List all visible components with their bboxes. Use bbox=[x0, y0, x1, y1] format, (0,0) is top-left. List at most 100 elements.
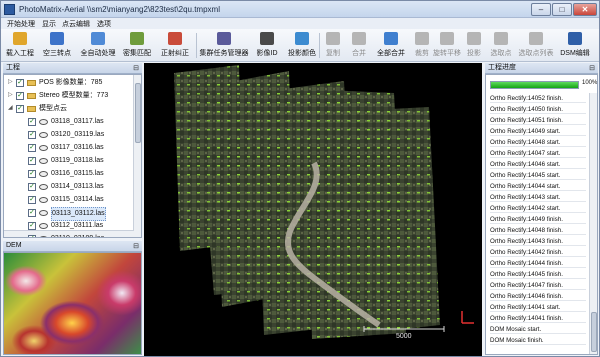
tree-las-item[interactable]: ✓ 03115_03114.las bbox=[4, 194, 132, 206]
tree-las-item[interactable]: ✓ 03119_03118.las bbox=[4, 155, 132, 167]
toolbar-button-label: 复制 bbox=[326, 50, 340, 57]
toolbar-separator bbox=[319, 33, 320, 58]
toolbar-button-auto-process[interactable]: 全自动处理 bbox=[79, 31, 117, 60]
tree-vertical-scrollbar[interactable] bbox=[133, 75, 141, 237]
menu-bar: 开始处理 显示 点云编辑 选项 bbox=[1, 18, 599, 29]
toolbar-button-point-list[interactable]: 选取点列表 bbox=[517, 31, 555, 60]
log-entry: Ortho Rectify:14045 start. bbox=[490, 171, 586, 180]
tree-item-checkbox[interactable]: ✓ bbox=[28, 209, 36, 217]
menu-point-cloud-edit[interactable]: 点云编辑 bbox=[62, 19, 90, 29]
tree-las-item[interactable]: ✓ 03110_03109.las bbox=[4, 233, 132, 237]
pin-icon[interactable]: ⊟ bbox=[133, 64, 139, 74]
toolbar-button-projection-color[interactable]: 投影颜色 bbox=[285, 31, 319, 60]
toolbar-button-project[interactable]: 投影 bbox=[463, 31, 485, 60]
tree-item-checkbox[interactable]: ✓ bbox=[16, 79, 24, 87]
toolbar-button-triangulation[interactable]: 空三转点 bbox=[39, 31, 75, 60]
progress-panel-title: 工程进度 bbox=[488, 64, 516, 71]
toolbar-button-image-id[interactable]: 影像ID bbox=[253, 31, 281, 60]
toolbar-button-dense-match[interactable]: 密集匹配 bbox=[119, 31, 155, 60]
tree-item-checkbox[interactable]: ✓ bbox=[28, 235, 36, 237]
log-entry: Ortho Rectify:14044 finish. bbox=[490, 259, 586, 268]
tree-item-label: 03110_03109.las bbox=[51, 233, 104, 237]
tree-item-checkbox[interactable]: ✓ bbox=[16, 105, 24, 113]
tree-item-label: POS 影像数量：785 bbox=[39, 79, 103, 86]
map-viewport[interactable]: 5000 bbox=[144, 63, 482, 356]
tree-folder-item[interactable]: ▷ ✓ POS 影像数量：785 bbox=[4, 77, 132, 89]
tree-item-checkbox[interactable]: ✓ bbox=[28, 196, 36, 204]
menu-options[interactable]: 选项 bbox=[97, 19, 111, 29]
toolbar-button-merge[interactable]: 合并 bbox=[347, 31, 371, 60]
pin-icon[interactable]: ⊟ bbox=[133, 242, 139, 252]
folder-open-icon bbox=[13, 32, 27, 45]
project-panel-header: 工程 ⊟ bbox=[3, 63, 142, 74]
menu-start-processing[interactable]: 开始处理 bbox=[7, 19, 35, 29]
ortho-mosaic-canvas[interactable]: 5000 bbox=[144, 63, 482, 356]
collapse-arrow-icon[interactable]: ◢ bbox=[8, 105, 13, 111]
toolbar-separator bbox=[196, 33, 197, 58]
close-button[interactable]: ✕ bbox=[573, 3, 597, 16]
log-scroll-thumb[interactable] bbox=[591, 312, 597, 352]
expand-arrow-icon[interactable]: ▷ bbox=[8, 92, 13, 98]
toolbar-button-select-point[interactable]: 选取点 bbox=[487, 31, 515, 60]
tree-item-checkbox[interactable]: ✓ bbox=[28, 118, 36, 126]
tree-item-checkbox[interactable]: ✓ bbox=[16, 92, 24, 100]
tree-las-item[interactable]: ✓ 03112_03111.las bbox=[4, 220, 132, 232]
dem-preview-image[interactable] bbox=[3, 252, 142, 355]
log-vertical-scrollbar[interactable] bbox=[589, 93, 597, 354]
title-bar[interactable]: PhotoMatrix-Aerial \\sm2\mianyang2\823te… bbox=[1, 1, 599, 18]
tree-folder-item[interactable]: ◢ ✓ 模型点云 bbox=[4, 103, 132, 115]
tree-item-label: 03120_03119.las bbox=[51, 131, 105, 138]
triangulation-icon bbox=[50, 32, 64, 45]
window-title: PhotoMatrix-Aerial \\sm2\mianyang2\823te… bbox=[19, 5, 220, 14]
tree-las-item[interactable]: ✓ 03120_03119.las bbox=[4, 129, 132, 141]
log-entry: Ortho Rectify:14047 start. bbox=[490, 149, 586, 158]
tree-las-item[interactable]: ✓ 03114_03113.las bbox=[4, 181, 132, 193]
tree-folder-item[interactable]: ▷ ✓ Stereo 模型数量：773 bbox=[4, 90, 132, 102]
toolbar-button-cluster[interactable]: 集群任务管理器 bbox=[199, 31, 249, 60]
tree-item-label: 03117_03116.las bbox=[51, 144, 104, 151]
log-entry: Ortho Rectify:14046 finish. bbox=[490, 292, 586, 301]
tree-item-checkbox[interactable]: ✓ bbox=[28, 144, 36, 152]
log-entry: Ortho Rectify:14047 finish. bbox=[490, 281, 586, 290]
image-id-icon bbox=[260, 32, 274, 45]
toolbar-button-label: DSM编辑 bbox=[560, 50, 590, 57]
progress-panel: 100% Ortho Rectify:14052 finish. Ortho Re… bbox=[485, 74, 598, 355]
expand-arrow-icon[interactable]: ▷ bbox=[8, 79, 13, 85]
rotate-translate-icon bbox=[440, 32, 454, 45]
toolbar-button-ortho[interactable]: 正射纠正 bbox=[157, 31, 193, 60]
tree-las-item[interactable]: ✓ 03117_03116.las bbox=[4, 142, 132, 154]
pin-icon[interactable]: ⊟ bbox=[589, 64, 595, 74]
tree-item-checkbox[interactable]: ✓ bbox=[28, 222, 36, 230]
point-cloud-file-icon bbox=[39, 184, 48, 190]
toolbar-button-dsm-edit[interactable]: DSM编辑 bbox=[557, 31, 593, 60]
progress-bar-fill bbox=[491, 82, 578, 88]
toolbar-button-label: 全自动处理 bbox=[80, 50, 116, 57]
tree-item-label: Stereo 模型数量：773 bbox=[39, 92, 109, 99]
tree-item-label: 03119_03118.las bbox=[51, 157, 104, 164]
clip-icon bbox=[415, 32, 429, 45]
tile-marker-overlay bbox=[354, 107, 440, 333]
projection-color-icon bbox=[295, 32, 309, 45]
toolbar-button-clip[interactable]: 裁剪 bbox=[413, 31, 431, 60]
tree-las-item[interactable]: ✓ 03118_03117.las bbox=[4, 116, 132, 128]
log-entry: Ortho Rectify:14052 finish. bbox=[490, 94, 586, 103]
cluster-icon bbox=[217, 32, 231, 45]
tree-item-label: 03115_03114.las bbox=[51, 196, 104, 203]
toolbar-button-copy[interactable]: 复制 bbox=[321, 31, 345, 60]
maximize-button[interactable]: □ bbox=[552, 3, 572, 16]
minimize-button[interactable]: – bbox=[531, 3, 551, 16]
tree-las-item[interactable]: ✓ 03116_03115.las bbox=[4, 168, 132, 180]
dem-panel-title: DEM bbox=[6, 242, 22, 249]
toolbar-button-folder-open[interactable]: 载入工程 bbox=[3, 31, 37, 60]
tree-item-checkbox[interactable]: ✓ bbox=[28, 157, 36, 165]
menu-display[interactable]: 显示 bbox=[42, 19, 56, 29]
tree-item-checkbox[interactable]: ✓ bbox=[28, 131, 36, 139]
tree-item-checkbox[interactable]: ✓ bbox=[28, 170, 36, 178]
tree-item-checkbox[interactable]: ✓ bbox=[28, 183, 36, 191]
tree-scroll-thumb[interactable] bbox=[135, 83, 141, 143]
tree-las-item[interactable]: ✓ 03113_03112.las bbox=[4, 207, 132, 221]
toolbar-button-rotate-translate[interactable]: 旋转平移 bbox=[433, 31, 461, 60]
toolbar-button-merge-all[interactable]: 全部合并 bbox=[373, 31, 409, 60]
toolbar: 载入工程 空三转点 全自动处理 密集匹配 正射纠正 集群任务管理器 影像ID 投影颜色 复制 合并… bbox=[1, 29, 599, 62]
toolbar-button-label: 选取点列表 bbox=[518, 50, 554, 57]
